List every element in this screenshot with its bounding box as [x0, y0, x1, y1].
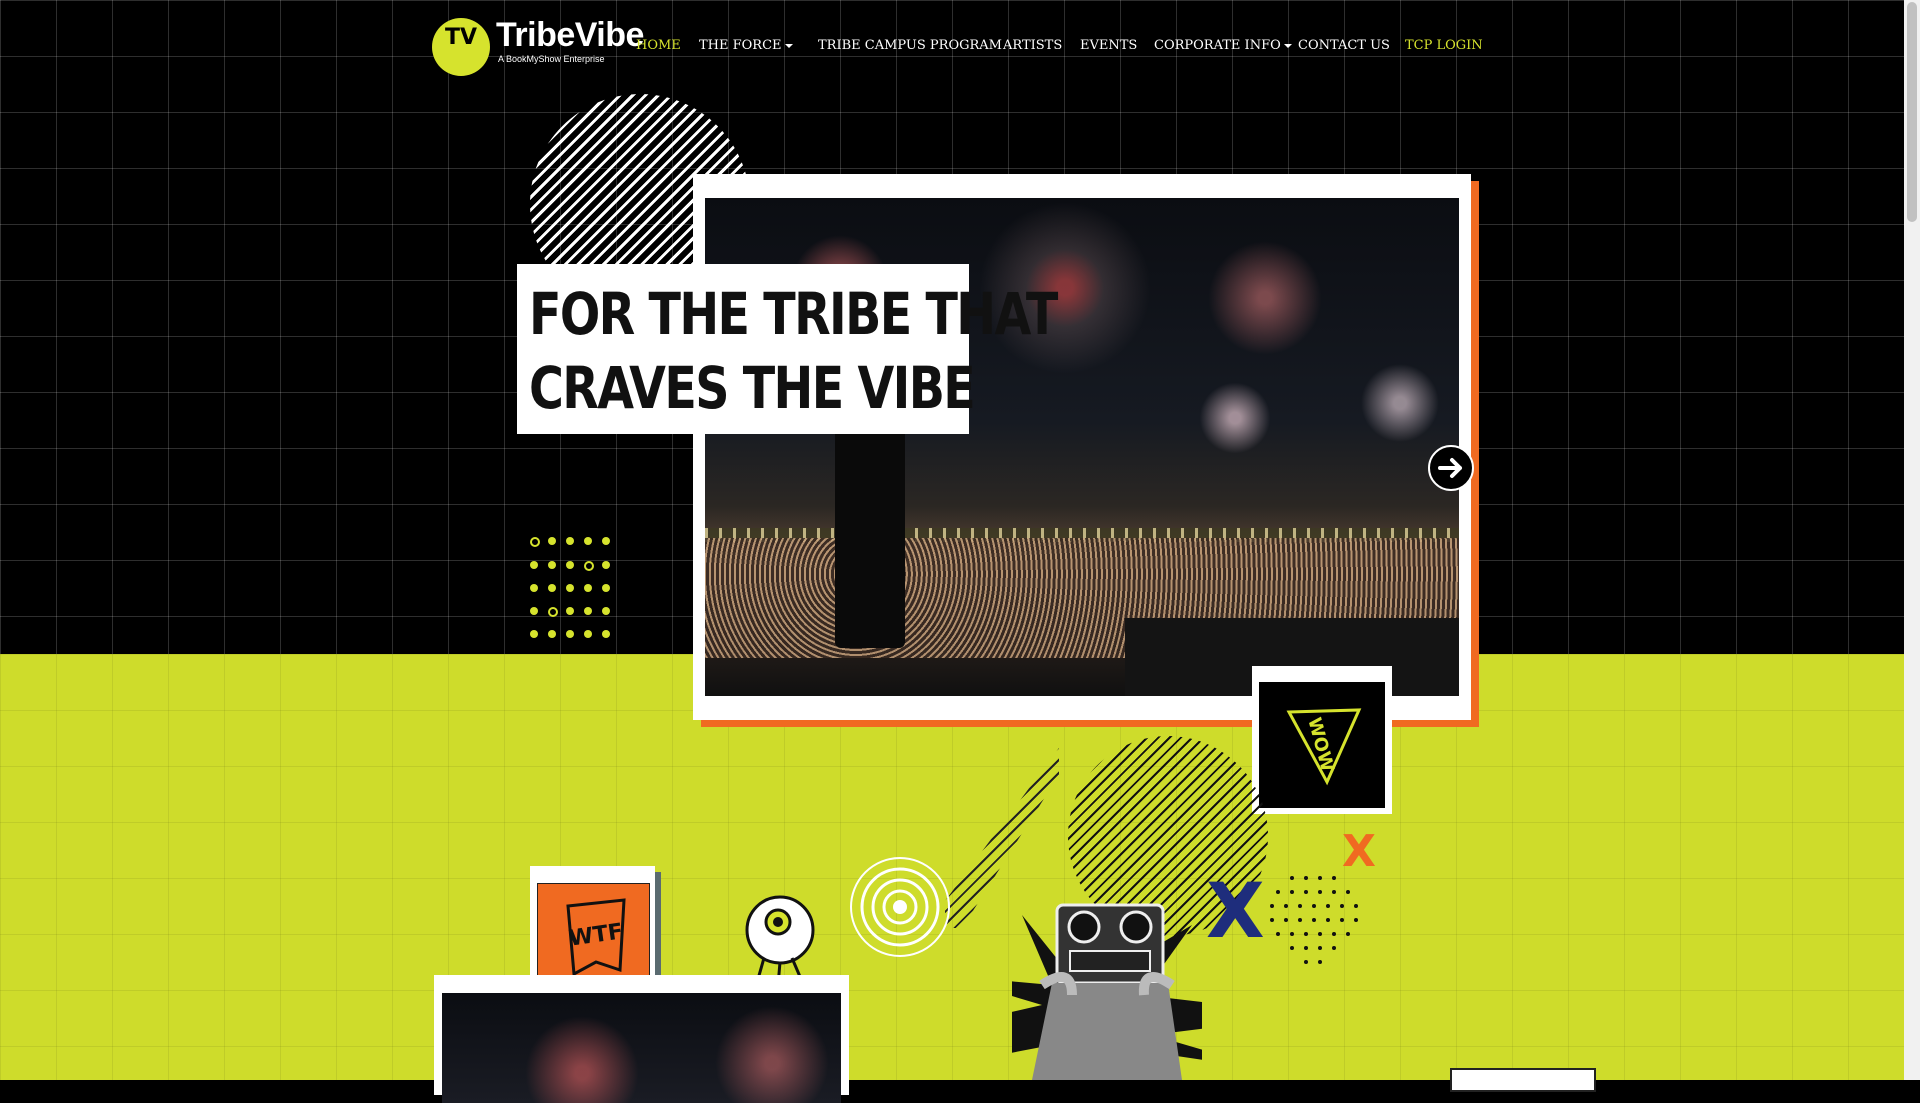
- chevron-down-icon: [784, 43, 793, 48]
- brand-tagline: A BookMyShow Enterprise: [498, 54, 605, 64]
- nav-the-force-label: THE FORCE: [699, 38, 782, 53]
- orange-x-mark: X: [1342, 826, 1376, 877]
- bottom-right-card: [1450, 1068, 1596, 1092]
- wow-sticker-text: WOW: [1303, 715, 1338, 774]
- nav-artists[interactable]: ARTISTS: [1003, 38, 1062, 53]
- hero-card: [693, 174, 1471, 720]
- logo-badge-glyph: TV: [444, 25, 478, 50]
- concentric-rings-decoration: [850, 857, 950, 957]
- page-scrollbar[interactable]: [1904, 0, 1920, 1080]
- dot-grid-decoration: [530, 537, 616, 641]
- hero-headline-box: FOR THE TRIBE THAT CRAVES THE VIBE: [517, 264, 1058, 434]
- nav-corporate-info[interactable]: CORPORATE INFO: [1154, 38, 1292, 53]
- brand-name: TribeVibe: [496, 16, 644, 54]
- brand-logo[interactable]: TV TribeVibe A BookMyShow Enterprise: [432, 18, 644, 76]
- nav-tribe-campus-program[interactable]: TRIBE CAMPUS PROGRAM: [818, 38, 1002, 53]
- tribevibe-logo-icon: TV: [432, 18, 490, 76]
- nav-events[interactable]: EVENTS: [1080, 38, 1137, 53]
- nav-home[interactable]: HOME: [636, 38, 681, 53]
- nav-contact-us[interactable]: CONTACT US: [1298, 38, 1390, 53]
- blue-x-mark: X: [1206, 866, 1265, 955]
- nav-tcp-login[interactable]: TCP LOGIN: [1405, 38, 1483, 53]
- nav-corporate-info-label: CORPORATE INFO: [1154, 38, 1281, 53]
- wow-triangle-icon: WOW: [1286, 708, 1362, 786]
- hero-headline-line-2: CRAVES THE VIBE: [529, 354, 976, 422]
- hero-next-button[interactable]: [1428, 445, 1474, 491]
- chevron-down-icon: [1283, 43, 1292, 48]
- arrow-right-icon: [1438, 458, 1462, 478]
- hero-headline-line-1: FOR THE TRIBE THAT: [529, 280, 1058, 348]
- wtf-sticker-text: WTF: [567, 919, 624, 951]
- secondary-concert-image: [442, 993, 841, 1103]
- secondary-image-card: [434, 975, 849, 1103]
- tape-recorder-head-figure: [1012, 903, 1202, 1080]
- nav-the-force[interactable]: THE FORCE: [699, 38, 793, 53]
- scrollbar-thumb[interactable]: [1907, 2, 1917, 222]
- wow-sticker-card: WOW: [1252, 666, 1392, 814]
- small-dot-cluster: [1270, 876, 1380, 976]
